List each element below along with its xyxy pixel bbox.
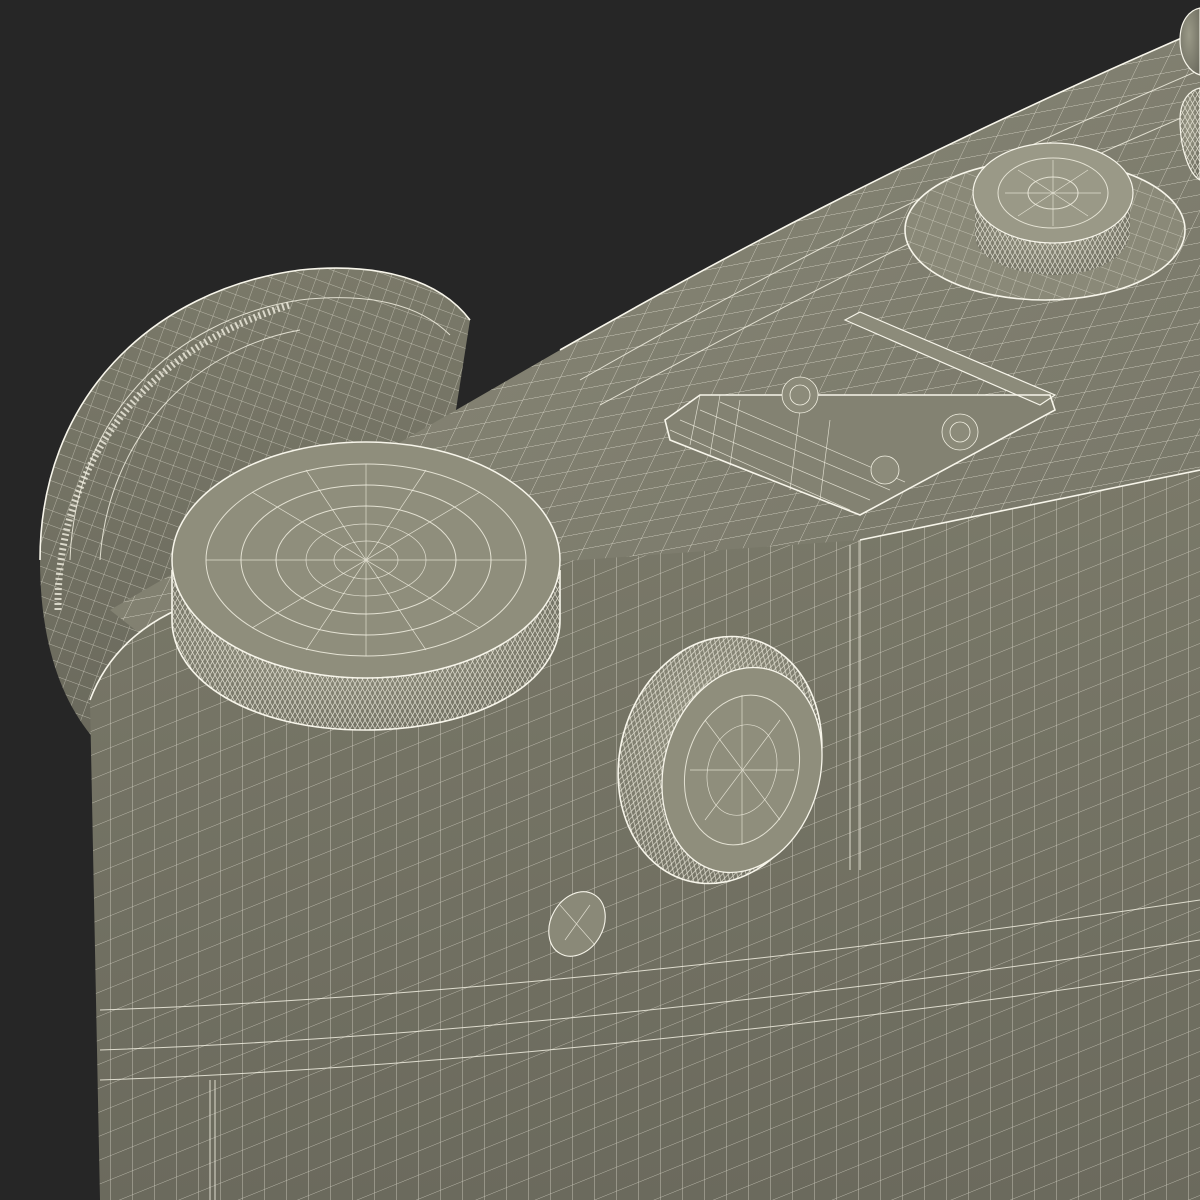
- rewind-knob: [171, 441, 561, 731]
- camera-wireframe-render: [0, 0, 1200, 1200]
